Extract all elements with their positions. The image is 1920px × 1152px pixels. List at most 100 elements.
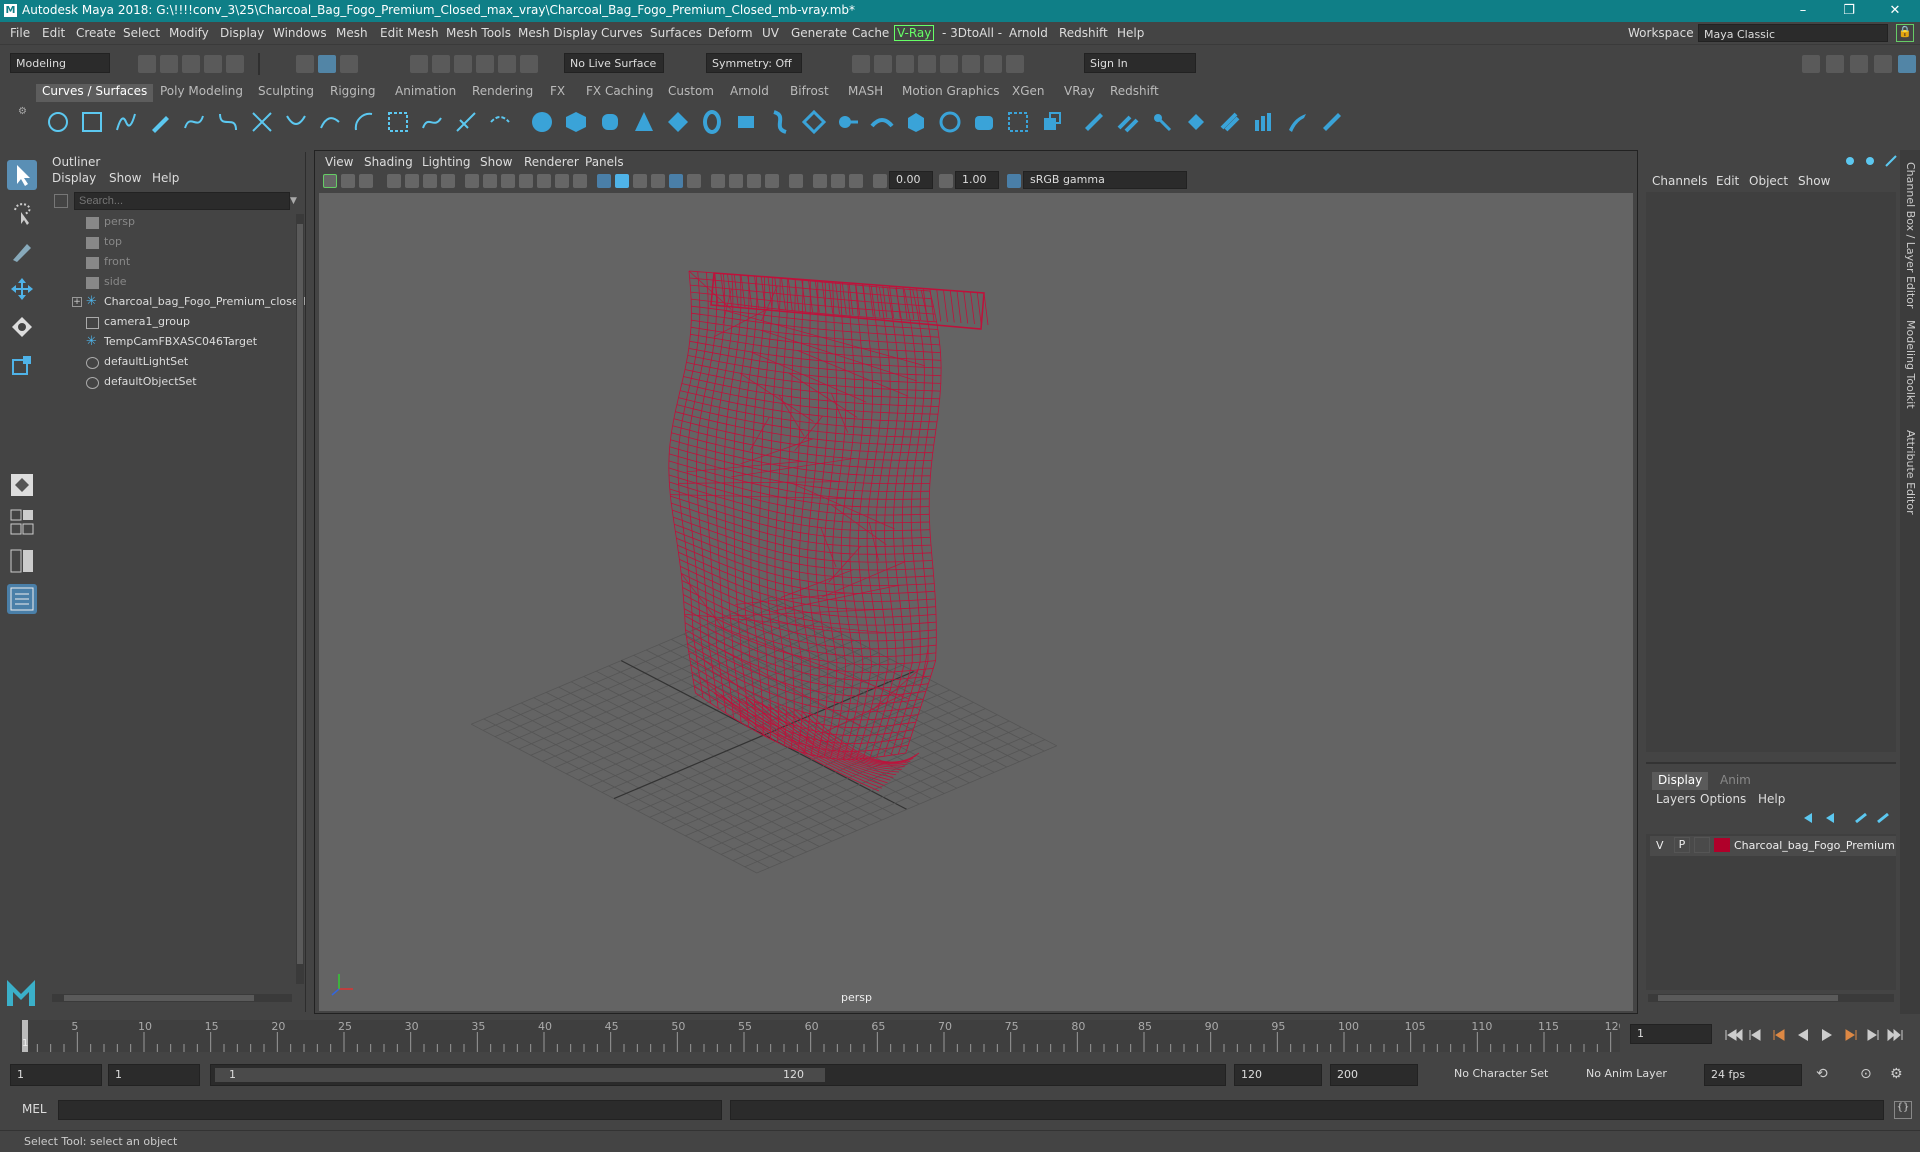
menu-deform[interactable]: Deform — [708, 26, 753, 40]
menu-mesh[interactable]: Mesh — [336, 26, 368, 40]
minimize-button[interactable]: – — [1780, 0, 1826, 22]
layer-action-icons[interactable] — [1800, 810, 1896, 826]
loft-icon[interactable] — [768, 110, 792, 134]
outliner-item-default-light-set[interactable]: defaultLightSet — [86, 355, 188, 373]
camera-lock-icon[interactable] — [341, 174, 355, 188]
sign-in-button[interactable]: Sign In — [1084, 53, 1196, 73]
select-object-icon[interactable] — [318, 55, 336, 73]
channels-menu[interactable]: Channels — [1652, 174, 1708, 188]
menu-uv[interactable]: UV — [762, 26, 779, 40]
outliner-menu-help[interactable]: Help — [152, 171, 179, 185]
shelf-tab-mash[interactable]: MASH — [848, 84, 883, 102]
image-plane-icon[interactable] — [405, 174, 419, 188]
xray-icon[interactable] — [669, 174, 683, 188]
layer-tab-anim[interactable]: Anim — [1720, 773, 1751, 787]
menu-mesh-display[interactable]: Mesh Display — [518, 26, 598, 40]
modeling-toolkit-icon[interactable] — [1802, 55, 1820, 73]
render-region-icon[interactable] — [874, 55, 892, 73]
nurbs-cube-icon[interactable] — [564, 110, 588, 134]
object-menu[interactable]: Object — [1749, 174, 1788, 188]
insert-isoparm-icon[interactable] — [1252, 110, 1276, 134]
vp-menu-lighting[interactable]: Lighting — [422, 155, 471, 169]
gate-mask-icon[interactable] — [519, 174, 533, 188]
nurbs-circle-icon[interactable] — [46, 110, 70, 134]
color-space-dropdown[interactable]: sRGB gamma — [1023, 171, 1187, 189]
menu-select[interactable]: Select — [123, 26, 160, 40]
shelf-tab-vray[interactable]: VRay — [1064, 84, 1095, 102]
xray-active-icon[interactable] — [831, 174, 845, 188]
grease-pencil-icon[interactable] — [441, 174, 455, 188]
outliner-item-charcoal-bag[interactable]: ✳ Charcoal_bag_Fogo_Premium_closed — [86, 294, 306, 313]
menu-surfaces[interactable]: Surfaces — [650, 26, 702, 40]
smooth-shade-icon[interactable] — [615, 174, 629, 188]
select-hierarchy-icon[interactable] — [296, 55, 314, 73]
expand-icon[interactable]: + — [72, 297, 82, 307]
shelf-tab-custom[interactable]: Custom — [668, 84, 714, 102]
shelf-tab-animation[interactable]: Animation — [395, 84, 456, 102]
outliner-item-side[interactable]: side — [86, 275, 127, 293]
shelf-tab-curves-surfaces[interactable]: Curves / Surfaces — [36, 84, 154, 102]
safe-action-icon[interactable] — [555, 174, 569, 188]
vray-icon[interactable] — [1006, 55, 1024, 73]
two-view-layout-icon[interactable] — [7, 546, 37, 576]
nurbs-torus-icon[interactable] — [700, 110, 724, 134]
tool-settings-icon[interactable] — [1850, 55, 1868, 73]
lock-icon[interactable]: 🔒 — [1896, 24, 1914, 42]
tab-channel-box[interactable]: Channel Box / Layer Editor — [1904, 162, 1917, 309]
attach-surface-icon[interactable] — [1150, 110, 1174, 134]
outliner-item-top[interactable]: top — [86, 235, 122, 253]
vp-menu-view[interactable]: View — [325, 155, 353, 169]
outliner-menu-display[interactable]: Display — [52, 171, 96, 185]
cv-curve-icon[interactable] — [114, 110, 138, 134]
playback-end-field[interactable]: 120 — [1234, 1064, 1322, 1086]
planar-icon[interactable] — [802, 110, 826, 134]
attach-curve-icon[interactable] — [284, 110, 308, 134]
exposure-icon[interactable] — [873, 174, 887, 188]
open-close-surface-icon[interactable] — [1218, 110, 1242, 134]
workspace-dropdown[interactable]: Maya Classic — [1698, 24, 1888, 42]
extrude-icon[interactable] — [836, 110, 860, 134]
rotate-tool-icon[interactable] — [7, 312, 37, 342]
tab-attribute-editor[interactable]: Attribute Editor — [1904, 430, 1917, 515]
menu-curves[interactable]: Curves — [601, 26, 643, 40]
menu-3dtoall[interactable]: - 3DtoAll - — [942, 26, 1002, 40]
render-frame-icon[interactable] — [852, 55, 870, 73]
charcoal-bag-wireframe[interactable] — [668, 270, 989, 792]
menu-display[interactable]: Display — [220, 26, 264, 40]
anim-prefs-icon[interactable]: ⚙ — [1890, 1066, 1910, 1084]
nurbs-square-icon[interactable] — [80, 110, 104, 134]
field-chart-icon[interactable] — [537, 174, 551, 188]
textured-icon[interactable] — [651, 174, 665, 188]
layer-row[interactable]: V P Charcoal_bag_Fogo_Premium_ — [1650, 836, 1896, 856]
shelf-tab-sculpting[interactable]: Sculpting — [258, 84, 314, 102]
restore-button[interactable]: ❐ — [1826, 0, 1872, 22]
boundary-icon[interactable] — [904, 110, 928, 134]
menu-edit-mesh[interactable]: Edit Mesh — [380, 26, 439, 40]
ep-curve-icon[interactable] — [182, 110, 206, 134]
shelf-gear-icon[interactable]: ⚙ — [18, 106, 28, 136]
exposure-field[interactable]: 0.00 — [889, 171, 933, 189]
character-set-dropdown[interactable]: No Character Set — [1448, 1064, 1568, 1086]
menu-create[interactable]: Create — [76, 26, 116, 40]
square-surface-icon[interactable] — [938, 110, 962, 134]
menu-modify[interactable]: Modify — [169, 26, 209, 40]
shelf-tab-redshift[interactable]: Redshift — [1110, 84, 1159, 102]
move-tool-icon[interactable] — [7, 274, 37, 304]
paint-select-icon[interactable] — [7, 236, 37, 266]
film-gate-icon[interactable] — [483, 174, 497, 188]
search-dropdown-icon[interactable]: ▼ — [290, 196, 297, 206]
panel-settings-icons[interactable] — [1844, 154, 1904, 168]
rebuild-curve-icon[interactable] — [386, 110, 410, 134]
shelf-tab-arnold[interactable]: Arnold — [730, 84, 769, 102]
playback-controls[interactable] — [1722, 1026, 1916, 1044]
layer-type-toggle[interactable] — [1694, 837, 1710, 853]
layer-options-menu[interactable]: Options — [1700, 792, 1746, 806]
wireframe-icon[interactable] — [597, 174, 611, 188]
new-scene-icon[interactable] — [138, 55, 156, 73]
menu-cache[interactable]: Cache — [852, 26, 889, 40]
select-tool-icon[interactable] — [7, 160, 37, 190]
outliner-item-persp[interactable]: persp — [86, 215, 135, 233]
menu-windows[interactable]: Windows — [273, 26, 327, 40]
birail-icon[interactable] — [870, 110, 894, 134]
outliner-layout-icon[interactable] — [7, 584, 37, 614]
